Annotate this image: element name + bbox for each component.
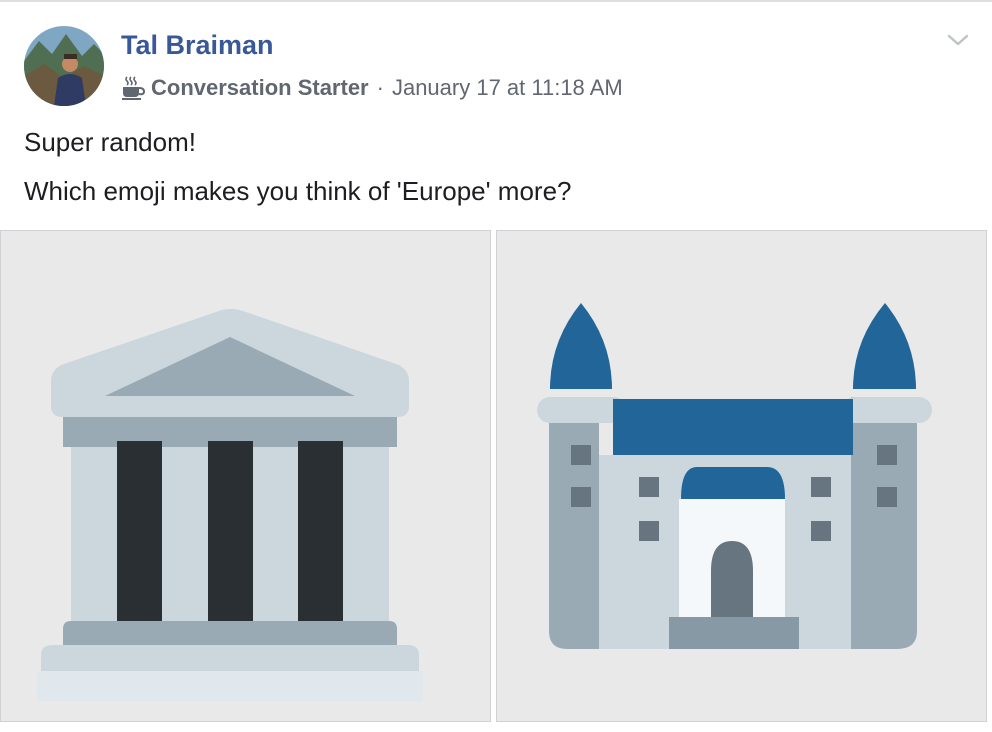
post-timestamp-link[interactable]: January 17 at 11:18 AM xyxy=(392,75,623,101)
post-text-line: Which emoji makes you think of 'Europe' … xyxy=(24,176,572,206)
author-avatar[interactable] xyxy=(24,26,104,106)
author-name-link[interactable]: Tal Braiman xyxy=(121,30,274,61)
post-text-line: Super random! xyxy=(24,127,196,157)
castle-icon xyxy=(537,303,932,649)
meta-separator: · xyxy=(376,75,384,100)
poll-option-castle[interactable] xyxy=(496,230,987,722)
classical-building-icon xyxy=(37,309,423,701)
coffee-cup-icon xyxy=(121,76,146,100)
post-meta: Conversation Starter · January 17 at 11:… xyxy=(121,74,623,102)
post-options-chevron-icon[interactable] xyxy=(946,30,970,50)
post-top-divider xyxy=(0,0,992,2)
conversation-starter-badge[interactable]: Conversation Starter xyxy=(151,75,369,101)
poll-option-classical-building[interactable] xyxy=(0,230,491,722)
